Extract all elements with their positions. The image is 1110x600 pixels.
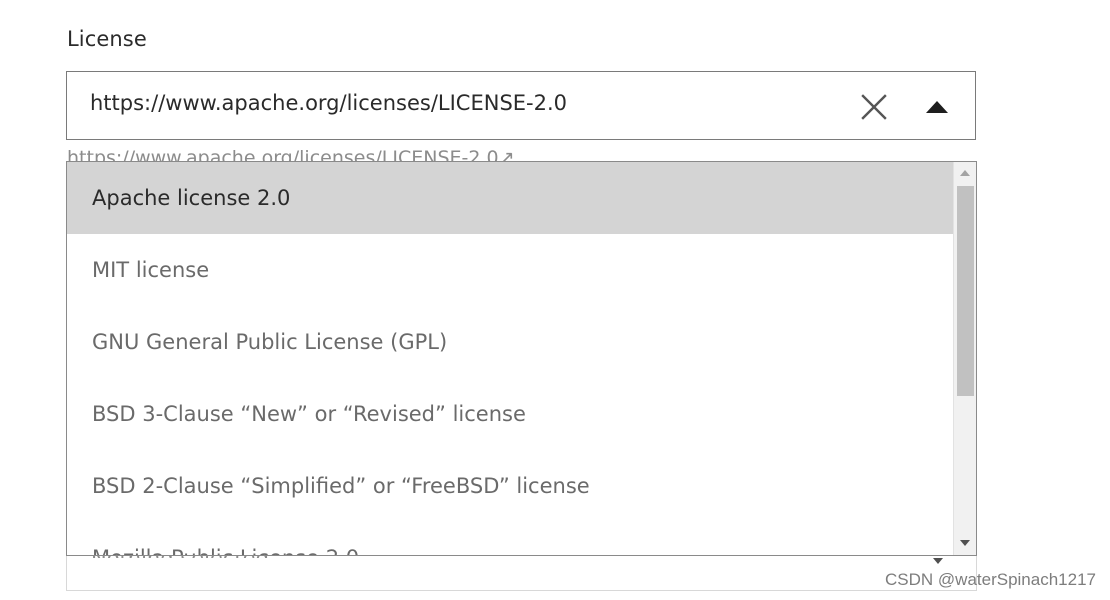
option-mit[interactable]: MIT license (67, 234, 953, 306)
option-mozilla[interactable]: Mozilla Public License 2.0 (67, 522, 953, 555)
license-url-link[interactable]: https://www.apache.org/licenses/LICENSE-… (67, 146, 515, 161)
clear-button[interactable] (859, 92, 889, 122)
option-bsd-2[interactable]: BSD 2-Clause “Simplified” or “FreeBSD” l… (67, 450, 953, 522)
list-scrollbar[interactable] (953, 162, 976, 555)
scroll-thumb[interactable] (957, 186, 974, 396)
license-form: License https://www.apache.org/licenses/… (0, 0, 1110, 600)
scroll-down-icon[interactable] (960, 540, 970, 546)
option-bsd-3[interactable]: BSD 3-Clause “New” or “Revised” license (67, 378, 953, 450)
close-icon (861, 94, 887, 120)
dropdown-toggle-button[interactable] (919, 92, 955, 122)
scroll-up-icon[interactable] (960, 170, 970, 176)
watermark-text: CSDN @waterSpinach1217 (885, 570, 1096, 589)
license-input-value[interactable]: https://www.apache.org/licenses/LICENSE-… (90, 91, 567, 115)
license-label: License (67, 27, 147, 51)
license-combobox[interactable]: https://www.apache.org/licenses/LICENSE-… (66, 71, 976, 140)
caret-up-icon (926, 101, 948, 113)
license-options-list[interactable]: Apache license 2.0 MIT license GNU Gener… (66, 161, 977, 556)
option-apache-2[interactable]: Apache license 2.0 (67, 162, 953, 234)
option-gpl[interactable]: GNU General Public License (GPL) (67, 306, 953, 378)
hidden-select-field[interactable] (66, 556, 977, 591)
chevron-down-icon (933, 558, 943, 564)
